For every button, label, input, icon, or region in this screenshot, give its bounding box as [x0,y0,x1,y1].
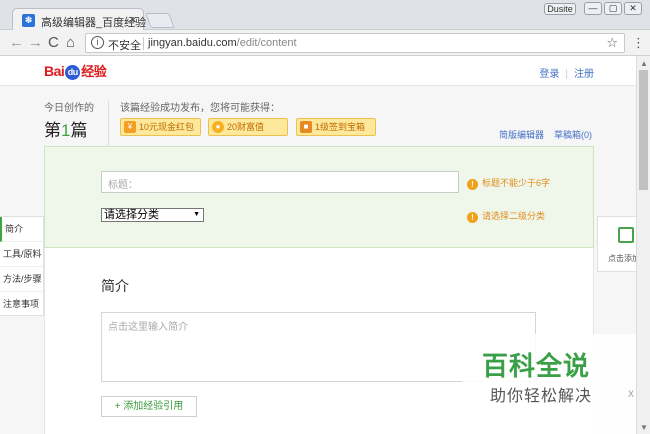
watermark-extra: X [628,389,635,399]
red-packet-icon: ¥ [124,121,136,133]
drafts-link[interactable]: 草稿箱(0) [554,130,592,140]
logo-text-bai: Bai [44,63,65,79]
category-warning: ! 请选择二级分类 [467,209,545,223]
count-prefix: 第 [44,121,61,140]
browser-toolbar: ← → C ⌂ i 不安全 jingyan.baidu.com/edit/con… [0,30,650,56]
reward-treasure-box: ■ 1级签到宝箱 [296,118,376,136]
forward-icon[interactable]: → [28,35,43,51]
reward-label: 1级签到宝箱 [315,122,366,132]
add-image-widget[interactable]: 点击添加 [597,216,636,272]
bookmark-star-icon[interactable]: ☆ [606,35,618,51]
url-host: jingyan.baidu.com [148,37,237,49]
page-scrollbar[interactable]: ▲ ▼ [636,56,650,434]
browser-titlebar: ✽ 高级编辑器_百度经验 × Dusite — ▢ ✕ [0,0,650,31]
section-nav-item-notes[interactable]: 注意事项 [0,292,43,317]
minimize-icon[interactable]: — [584,2,602,15]
site-info-icon[interactable]: i [91,36,104,49]
logo-text-jingyan: 经验 [81,64,107,79]
address-separator [143,37,144,50]
title-warning-text: 标题不能少于6字 [482,178,551,188]
section-nav-item-intro[interactable]: 简介 [0,217,43,242]
watermark-title: 百科全说 [482,351,591,381]
site-header: Bai du 经验 登录 | 注册 [0,56,636,86]
dropdown-arrow-icon: ▼ [193,211,200,218]
reward-red-packet: ¥ 10元现金红包 [120,118,201,136]
page-viewport: Bai du 经验 登录 | 注册 今日创作的 第1篇 该篇经验成功发布，您将可能获得：… [0,56,636,434]
add-reference-button[interactable]: + 添加经验引用 [101,396,197,417]
coin-icon: ● [212,121,224,133]
category-select[interactable]: 请选择分类 ▼ [101,208,204,222]
stats-divider [108,100,109,146]
profile-button[interactable]: Dusite [544,3,576,15]
browser-tab[interactable]: ✽ 高级编辑器_百度经验 × [12,8,146,31]
image-add-icon [618,227,634,243]
reward-coins: ● 20财富值 [208,118,288,136]
home-icon[interactable]: ⌂ [66,35,75,51]
register-link[interactable]: 注册 [574,69,594,80]
category-warning-text: 请选择二级分类 [482,211,546,221]
section-nav-item-tools[interactable]: 工具/原料 [0,242,43,267]
top-links: 登录 | 注册 [539,65,594,80]
scroll-down-icon[interactable]: ▼ [640,423,648,432]
today-label: 今日创作的 [44,103,94,114]
new-tab-button[interactable] [145,13,175,28]
add-image-label: 点击添加 [608,254,636,263]
reward-title: 该篇经验成功发布，您将可能获得： [120,103,280,114]
watermark-overlay: 百科全说 助你轻松解决 X [462,334,636,434]
baidu-paw-icon: ✽ [22,14,35,27]
maximize-icon[interactable]: ▢ [604,2,622,15]
insecure-label: 不安全 [108,40,141,52]
url-path: /edit/content [236,37,297,49]
window-close-icon[interactable]: ✕ [624,2,642,15]
back-icon[interactable]: ← [9,35,24,51]
warning-icon: ! [467,212,478,223]
section-nav: 简介 工具/原料 方法/步骤 注意事项 [0,216,44,316]
url-text: jingyan.baidu.com/edit/content [148,37,297,49]
count-suffix: 篇 [70,121,88,140]
scrollbar-thumb[interactable] [639,70,648,190]
address-bar[interactable]: i 不安全 jingyan.baidu.com/edit/content ☆ [85,33,625,53]
logo-paw-icon: du [65,65,81,80]
tab-close-icon[interactable]: × [129,12,137,27]
treasure-box-icon: ■ [300,121,312,133]
reward-label: 10元现金红包 [139,122,195,132]
watermark-subtitle: 助你轻松解决 [490,388,593,405]
editor-links: 简版编辑器 草稿箱(0) [499,128,592,141]
today-stats: 今日创作的 第1篇 [44,99,94,140]
section-nav-item-steps[interactable]: 方法/步骤 [0,267,43,292]
simple-editor-link[interactable]: 简版编辑器 [499,130,544,140]
baidu-jingyan-logo[interactable]: Bai du 经验 [44,61,107,80]
title-input[interactable]: 标题： [101,171,459,193]
title-category-panel: 标题： ! 标题不能少于6字 请选择分类 ▼ ! 请选择二级分类 [44,146,594,248]
link-divider: | [565,69,568,80]
reward-label: 20财富值 [227,122,265,132]
warning-icon: ! [467,179,478,190]
category-selected-value: 请选择分类 [104,209,159,221]
browser-menu-icon[interactable]: ⋮ [632,35,645,51]
scroll-up-icon[interactable]: ▲ [640,59,648,68]
article-count: 第1篇 [44,116,87,141]
title-warning: ! 标题不能少于6字 [467,176,550,190]
reload-icon[interactable]: C [48,35,59,51]
intro-heading: 简介 [101,278,129,294]
login-link[interactable]: 登录 [539,69,559,80]
